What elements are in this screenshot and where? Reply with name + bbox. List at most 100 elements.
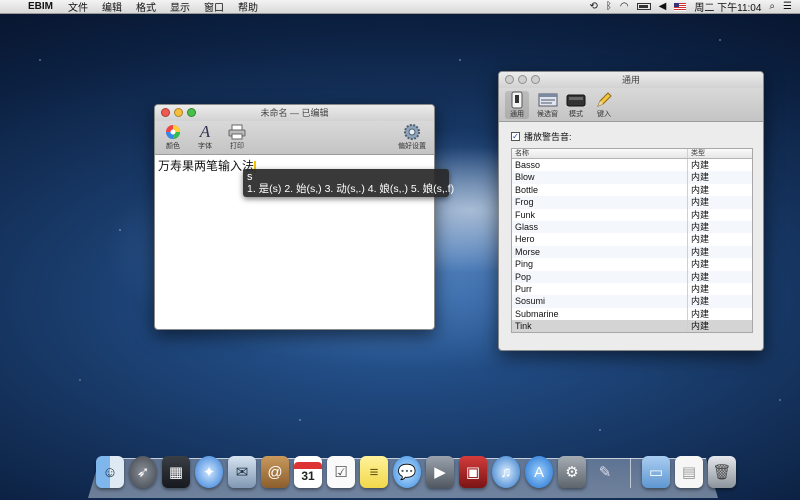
- preferences-window: 通用 通用 候选窗 模式 键入 ✓ 播放警告音: 名称 类型 Basso 内建 …: [498, 71, 764, 351]
- folder-icon[interactable]: ▭: [642, 456, 670, 488]
- table-row[interactable]: Purr 内建: [512, 282, 752, 296]
- table-row[interactable]: Ping 内建: [512, 258, 752, 271]
- volume-icon[interactable]: ◀: [659, 1, 667, 12]
- tab-candidate-window[interactable]: 候选窗: [537, 91, 558, 119]
- contacts-icon[interactable]: @: [261, 456, 289, 488]
- finder-icon[interactable]: ☺: [96, 456, 124, 488]
- calendar-day: 31: [301, 468, 315, 483]
- sound-type-cell: 内建: [691, 234, 710, 245]
- sound-name-cell: Pop: [512, 270, 688, 283]
- table-row[interactable]: Glass 内建: [512, 220, 752, 234]
- menu-edit[interactable]: 编辑: [95, 0, 129, 14]
- menu-window[interactable]: 窗口: [197, 0, 231, 14]
- spotlight-icon[interactable]: ⌕: [769, 1, 775, 12]
- table-body: Basso 内建 Blow 内建 Bottle 内建 Frog 内建 Funk 内建 Glass 内建…: [512, 159, 752, 333]
- battery-icon[interactable]: [636, 3, 651, 10]
- trash-icon[interactable]: 🗑: [708, 456, 736, 488]
- col-name-header[interactable]: 名称: [512, 149, 688, 158]
- prefs-minimize-button[interactable]: [518, 75, 527, 84]
- prefs-toolbar: 通用 候选窗 模式 键入: [499, 88, 763, 122]
- close-button[interactable]: [161, 108, 170, 117]
- prefs-titlebar[interactable]: 通用: [499, 72, 763, 88]
- sound-type-cell: 内建: [691, 221, 710, 232]
- photo-booth-icon[interactable]: ▣: [459, 456, 487, 488]
- color-wheel-icon: [163, 123, 183, 141]
- facetime-icon[interactable]: ▶: [426, 456, 454, 488]
- notification-center-icon[interactable]: ☰: [783, 1, 792, 12]
- sound-type-cell: 内建: [691, 172, 710, 183]
- itunes-icon[interactable]: ♫: [492, 456, 520, 488]
- messages-icon[interactable]: 💬: [393, 456, 421, 488]
- table-row[interactable]: Frog 内建: [512, 196, 752, 209]
- sound-name-cell: Hero: [512, 233, 688, 246]
- table-row[interactable]: Morse 内建: [512, 245, 752, 259]
- menu-file[interactable]: 文件: [61, 0, 95, 14]
- table-row[interactable]: Pop 内建: [512, 270, 752, 283]
- table-row[interactable]: Basso 内建: [512, 159, 752, 172]
- sound-type-cell: 内建: [691, 271, 710, 282]
- input-source-flag-icon[interactable]: [674, 2, 687, 11]
- window-title: 未命名: [260, 108, 288, 118]
- preferences-button[interactable]: 偏好设置: [398, 123, 426, 151]
- textedit-icon[interactable]: ✎: [591, 456, 619, 488]
- minimize-button[interactable]: [174, 108, 183, 117]
- wifi-icon[interactable]: ◠: [620, 1, 629, 12]
- sound-type-cell: 内建: [691, 321, 710, 332]
- sound-type-cell: 内建: [691, 259, 710, 270]
- bluetooth-icon[interactable]: ᛒ: [606, 1, 612, 12]
- document-icon[interactable]: ▤: [675, 456, 703, 488]
- fonts-button[interactable]: A 字体: [195, 122, 215, 151]
- mission-control-icon[interactable]: ▦: [162, 456, 190, 488]
- time-machine-icon[interactable]: ⟲: [590, 1, 598, 12]
- general-pane: ✓ 播放警告音: 名称 类型 Basso 内建 Blow 内建 Bottle 内建 Frog…: [499, 122, 763, 339]
- table-row[interactable]: Funk 内建: [512, 208, 752, 221]
- input-code: s: [247, 171, 253, 183]
- tab-general[interactable]: 通用: [505, 91, 529, 119]
- table-row[interactable]: Sosumi 内建: [512, 295, 752, 308]
- app-store-icon[interactable]: A: [525, 456, 553, 488]
- prefs-zoom-button[interactable]: [531, 75, 540, 84]
- sound-table: 名称 类型 Basso 内建 Blow 内建 Bottle 内建 Frog 内建 Funk 内建 G…: [511, 148, 753, 334]
- table-row[interactable]: Bottle 内建: [512, 183, 752, 197]
- printer-icon: [227, 123, 247, 141]
- print-button[interactable]: 打印: [227, 123, 247, 151]
- sound-name-cell: Funk: [512, 208, 688, 221]
- table-row[interactable]: Hero 内建: [512, 233, 752, 246]
- tab-learn[interactable]: 键入: [594, 91, 614, 119]
- table-row[interactable]: Blow 内建: [512, 171, 752, 184]
- zoom-button[interactable]: [187, 108, 196, 117]
- menu-help[interactable]: 帮助: [231, 0, 265, 14]
- menu-view[interactable]: 显示: [163, 0, 197, 14]
- mail-icon[interactable]: ✉: [228, 456, 256, 488]
- tab-mode[interactable]: 模式: [566, 91, 586, 119]
- col-type-header[interactable]: 类型: [688, 149, 705, 158]
- dock-separator: [630, 458, 631, 488]
- sound-name-cell: Glass: [512, 220, 688, 234]
- menu-clock[interactable]: 周二 下午11:04: [694, 0, 761, 14]
- notes-icon[interactable]: ≡: [360, 456, 388, 488]
- sound-name-cell: Basso: [512, 159, 688, 172]
- table-row[interactable]: Submarine 内建: [512, 307, 752, 321]
- editor-titlebar[interactable]: 未命名 — 已编辑: [155, 105, 434, 121]
- reminders-icon[interactable]: ☑: [327, 456, 355, 488]
- sound-type-cell: 内建: [691, 283, 710, 294]
- system-preferences-icon[interactable]: ⚙: [558, 456, 586, 488]
- sound-name-cell: Sosumi: [512, 295, 688, 308]
- sound-name-cell: Frog: [512, 196, 688, 209]
- play-sound-checkbox[interactable]: ✓: [511, 132, 520, 141]
- table-row[interactable]: Tink 内建: [512, 320, 752, 333]
- safari-icon[interactable]: ✦: [195, 456, 223, 488]
- play-sound-row[interactable]: ✓ 播放警告音:: [511, 130, 751, 143]
- calendar-icon[interactable]: 31: [294, 456, 322, 488]
- dock-icons: ☺ ➶ ▦ ✦ ✉ @ 31 ☑ ≡ 💬 ▶ ▣ ♫ A ⚙ ✎ ▭ ▤ 🗑: [96, 456, 736, 488]
- candidate-list[interactable]: 1. 是(s) 2. 始(s,) 3. 动(s,.) 4. 娘(s,.) 5. …: [247, 183, 454, 196]
- play-sound-label: 播放警告音:: [524, 132, 572, 142]
- colors-button[interactable]: 颜色: [163, 123, 183, 151]
- launchpad-icon[interactable]: ➶: [129, 456, 157, 488]
- switch-icon: [507, 91, 527, 109]
- app-menu[interactable]: EBIM: [24, 1, 61, 12]
- editor-window: 未命名 — 已编辑 颜色 A 字体 打印 偏好设置 万寿果两笔输入法: [154, 104, 435, 330]
- prefs-close-button[interactable]: [505, 75, 514, 84]
- menu-format[interactable]: 格式: [129, 0, 163, 14]
- prefs-title: 通用: [621, 75, 640, 85]
